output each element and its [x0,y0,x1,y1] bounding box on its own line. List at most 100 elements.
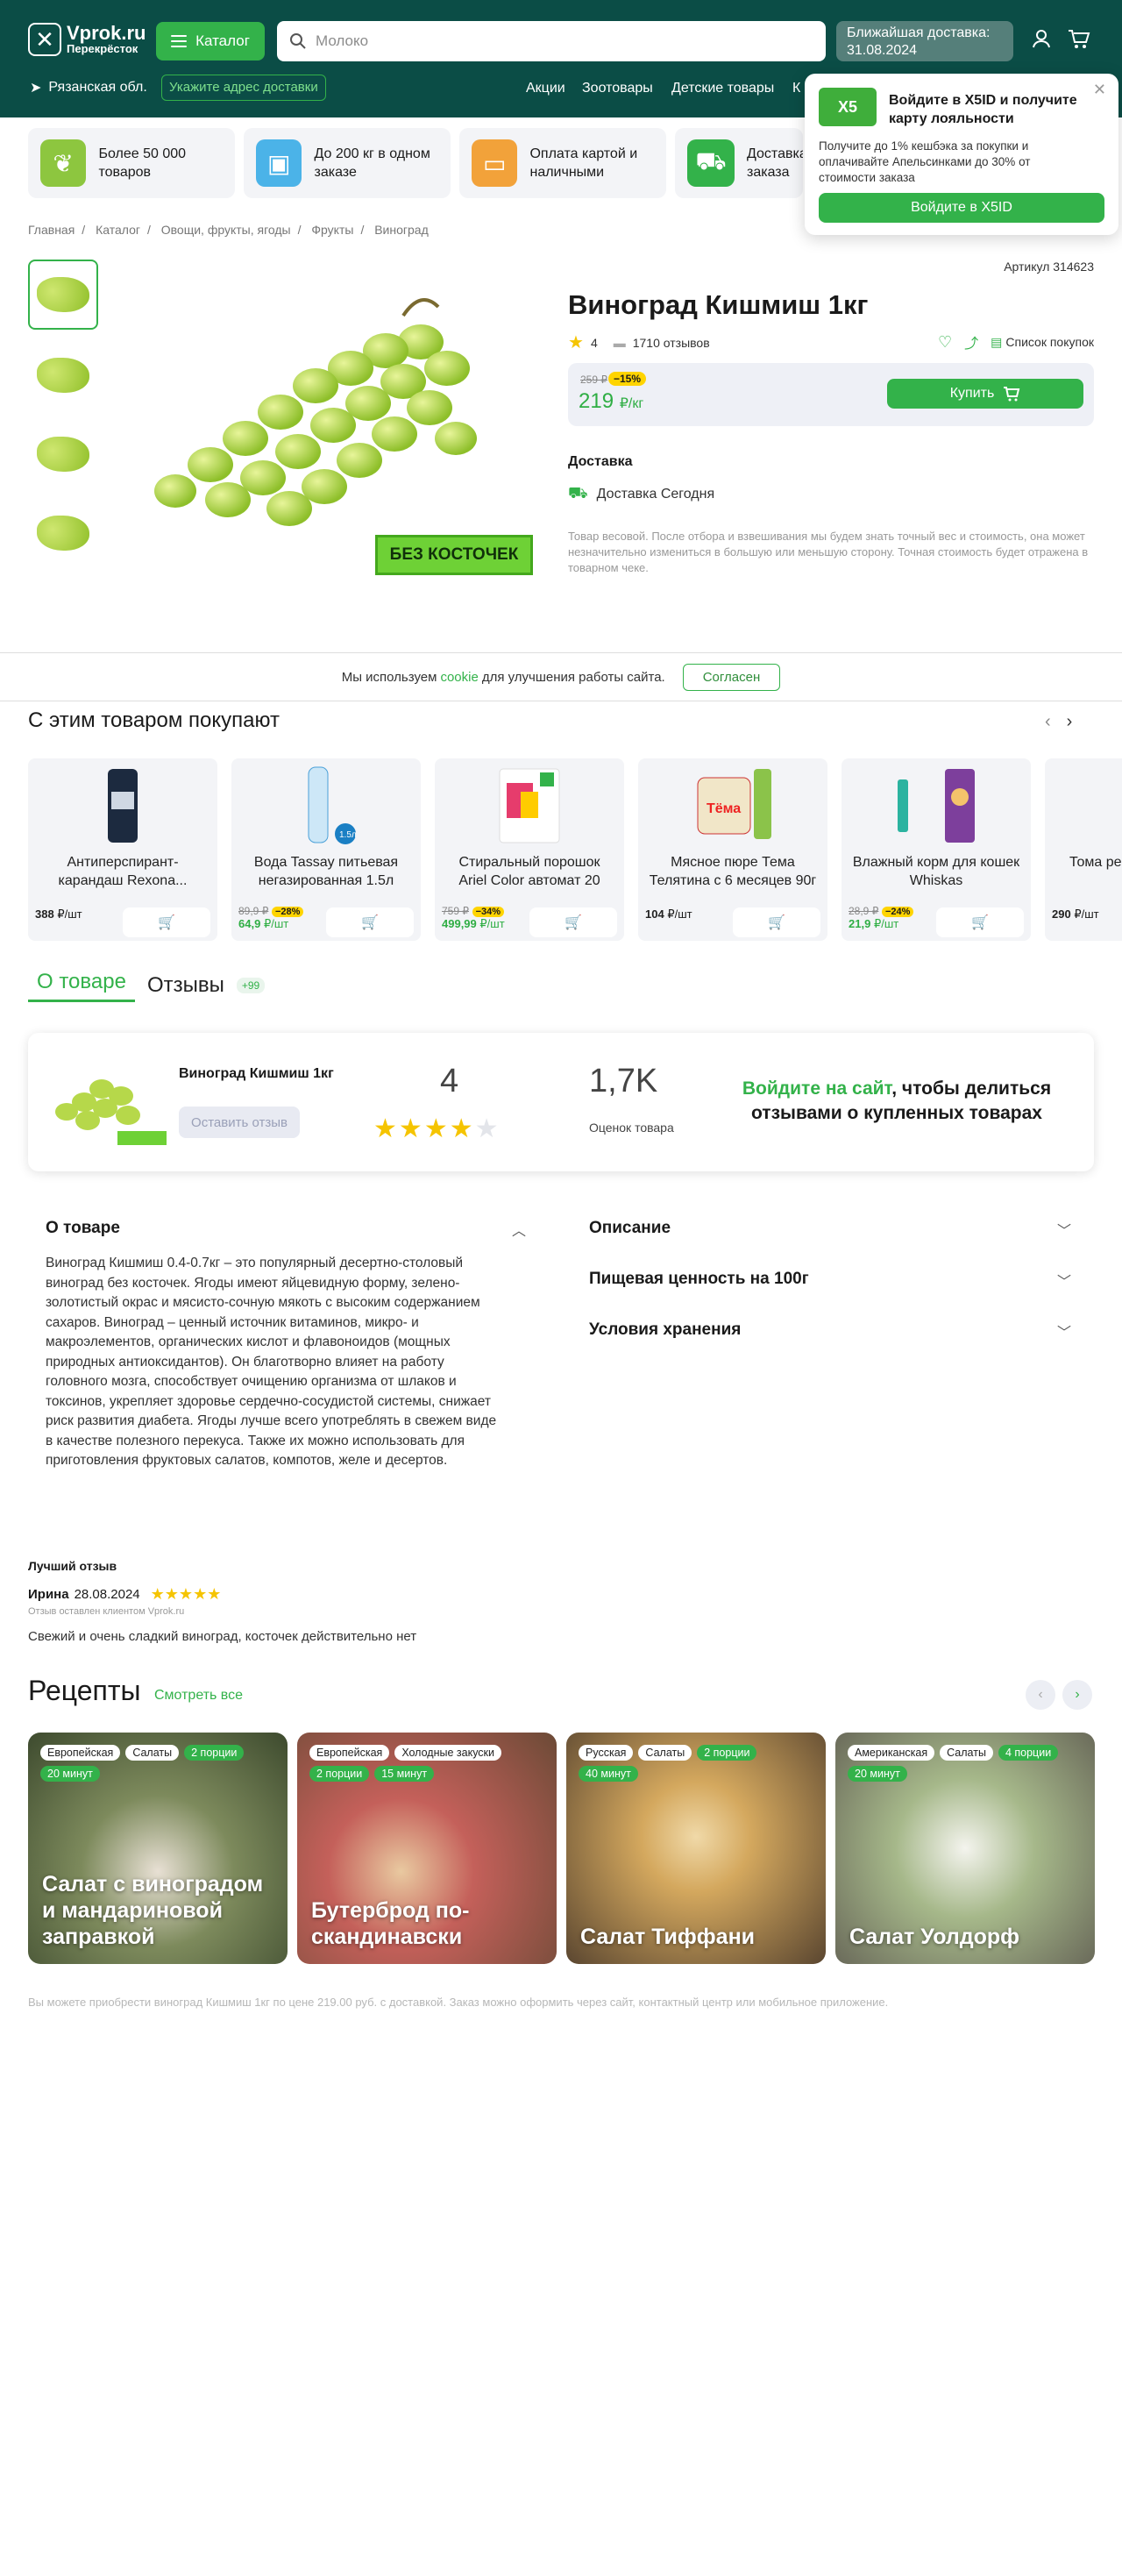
cart-icon[interactable] [1068,28,1090,54]
product-thumbnail[interactable] [28,340,98,410]
search-bar [277,21,826,61]
add-to-cart-button[interactable]: 🛒 [326,907,414,937]
cookie-text-before: Мы используем [341,669,437,685]
cookie-accept-button[interactable]: Согласен [682,663,781,691]
product-card[interactable]: Влажный корм для кошек Whiskas полнораци… [842,758,1031,941]
shopping-list-button[interactable]: ▤ Список покупок [991,335,1094,350]
recipe-title: Салат Тиффани [580,1925,756,1949]
recipe-title: Салат Уолдорф [849,1925,1020,1949]
breadcrumb-home[interactable]: Главная [28,223,75,237]
product-card[interactable]: Антиперспирант-карандаш Rexona... 388 ₽/… [28,758,217,941]
feature-weight: ▣ До 200 кг в одном заказе [244,128,451,198]
tab-reviews[interactable]: Отзывы [147,973,224,998]
login-link[interactable]: Войдите на сайт [742,1078,891,1099]
weight-note: Товар весовой. После отбора и взвешивани… [568,530,1089,574]
accordion-storage[interactable]: Условия хранения [589,1320,741,1340]
product-thumb-image [55,1079,167,1145]
add-to-cart-button[interactable]: 🛒 [936,907,1024,937]
chevron-down-icon[interactable]: ﹀ [1057,1270,1071,1291]
price-unit: ₽/кг [619,396,644,411]
tab-about[interactable]: О товаре [28,968,135,1002]
breadcrumb-catalog[interactable]: Каталог [96,223,140,237]
add-to-cart-button[interactable]: 🛒 [123,907,210,937]
region-selector[interactable]: ➤ Рязанская обл. [30,79,147,96]
review-source: Отзыв оставлен клиентом Vprok.ru [28,1606,185,1617]
cart-icon: 🛒 [768,915,785,930]
logo[interactable]: ✕ Vprok.ru Перекрёсток [28,23,146,56]
search-input[interactable] [316,32,806,50]
user-icon[interactable] [1031,28,1052,54]
recipe-card[interactable]: Европейская Холодные закуски 2 порции 15 ми… [297,1733,557,1964]
star-filled-icon: ★ [449,1114,475,1143]
chevron-left-icon[interactable]: ‹ [1026,1680,1055,1710]
menu-icon [171,35,188,47]
old-price: 259 ₽ [580,374,607,386]
nav-more[interactable]: К [792,81,800,96]
product-rating[interactable]: ★ 4 ▬ 1710 отзывов [568,331,710,353]
product-card[interactable]: Тома ре 290 ₽/шт [1045,758,1122,941]
breadcrumb-fruits[interactable]: Фрукты [311,223,353,237]
product-thumbnail[interactable] [28,498,98,568]
x5-logo: X5 [819,88,877,126]
star-filled-icon: ★ [373,1114,399,1143]
login-prompt: Войдите на сайт, чтобы делиться отзывами… [726,1077,1068,1126]
recipes-arrows: ‹ › [1026,1680,1092,1710]
star-empty-icon: ★ [474,1114,501,1143]
chevron-down-icon[interactable]: ﹀ [1057,1320,1071,1341]
review-text: Свежий и очень сладкий виноград, косточе… [28,1629,417,1644]
logo-title: Vprok.ru [67,22,146,44]
recipe-tags: Европейская Холодные закуски 2 порции 15 ми… [309,1745,537,1782]
chevron-right-icon[interactable]: › [1062,1680,1092,1710]
product-card[interactable]: 1.5л Вода Tassay питьевая негазированная… [231,758,421,941]
add-to-cart-button[interactable]: 🛒 [733,907,820,937]
recipe-card[interactable]: Русская Салаты 2 порции 40 минут Салат Тифф… [566,1733,826,1964]
chevron-left-icon[interactable]: ‹ [1045,712,1051,732]
close-icon[interactable]: ✕ [1093,81,1106,99]
cookie-banner: Мы используем cookie для улучшения работ… [0,652,1122,701]
about-heading[interactable]: О товаре [46,1219,120,1238]
recipes-see-all[interactable]: Смотреть все [154,1688,243,1704]
leave-review-button[interactable]: Оставить отзыв [179,1107,300,1138]
product-thumbnail[interactable] [28,260,98,330]
chevron-down-icon[interactable]: ﹀ [1057,1219,1071,1240]
feature-text: Доставка заказа [747,146,803,180]
nav-pets[interactable]: Зоотовары [582,81,653,96]
delivery-heading: Доставка [568,454,633,469]
popup-text: Получите до 1% кешбэка за покупки и опла… [819,139,1031,184]
feature-text: Оплата картой и наличными [529,146,638,180]
address-button[interactable]: Укажите адрес доставки [161,75,326,101]
recipe-card[interactable]: Американская Салаты 4 порции 20 минут Салат… [835,1733,1095,1964]
product-card[interactable]: Тёма Мясное пюре Тема Телятина с 6 месяц… [638,758,827,941]
card-icon: ▭ [472,139,518,187]
shopping-list-label: Список покупок [1005,335,1094,349]
chevron-up-icon[interactable]: ︿ [512,1219,526,1240]
share-icon[interactable]: ⤴ [964,331,978,352]
cart-icon: 🛒 [565,915,582,930]
accordion-nutrition[interactable]: Пищевая ценность на 100г [589,1270,809,1289]
rating-stars: ★★★★★ [373,1114,501,1144]
catalog-button[interactable]: Каталог [156,22,265,60]
breadcrumb-grapes[interactable]: Виноград [374,223,429,237]
chevron-right-icon[interactable]: › [1067,712,1073,732]
recipe-title: Бутерброд по-скандинавски [311,1898,470,1949]
box-icon: ▣ [256,139,302,187]
product-name: Стиральный порошок Ariel Color автомат 2… [458,855,600,888]
nearest-delivery[interactable]: Ближайшая доставка: 31.08.2024 [836,21,1013,61]
product-name: Тома ре [1069,855,1122,870]
heart-icon[interactable]: ♡ [938,333,952,352]
buy-button[interactable]: Купить [887,379,1083,409]
add-to-cart-button[interactable]: 🛒 [529,907,617,937]
breadcrumb-produce[interactable]: Овощи, фрукты, ягоды [161,223,291,237]
x5id-login-button[interactable]: Войдите в X5ID [819,193,1104,223]
cookie-link[interactable]: cookie [440,670,478,685]
product-main-image[interactable] [140,281,543,579]
nav-kids[interactable]: Детские товары [671,81,774,96]
accordion-description[interactable]: Описание [589,1219,671,1238]
product-thumbnail[interactable] [28,419,98,489]
reviews-count[interactable]: 1710 отзывов [633,336,710,350]
svg-text:Тёма: Тёма [707,801,741,816]
seo-footnote: Вы можете приобрести виноград Кишмиш 1кг… [28,1996,889,2009]
recipe-card[interactable]: Европейская Салаты 2 порции 20 минут Салат … [28,1733,288,1964]
nav-promo[interactable]: Акции [526,81,565,96]
product-card[interactable]: Стиральный порошок Ariel Color автомат 2… [435,758,624,941]
